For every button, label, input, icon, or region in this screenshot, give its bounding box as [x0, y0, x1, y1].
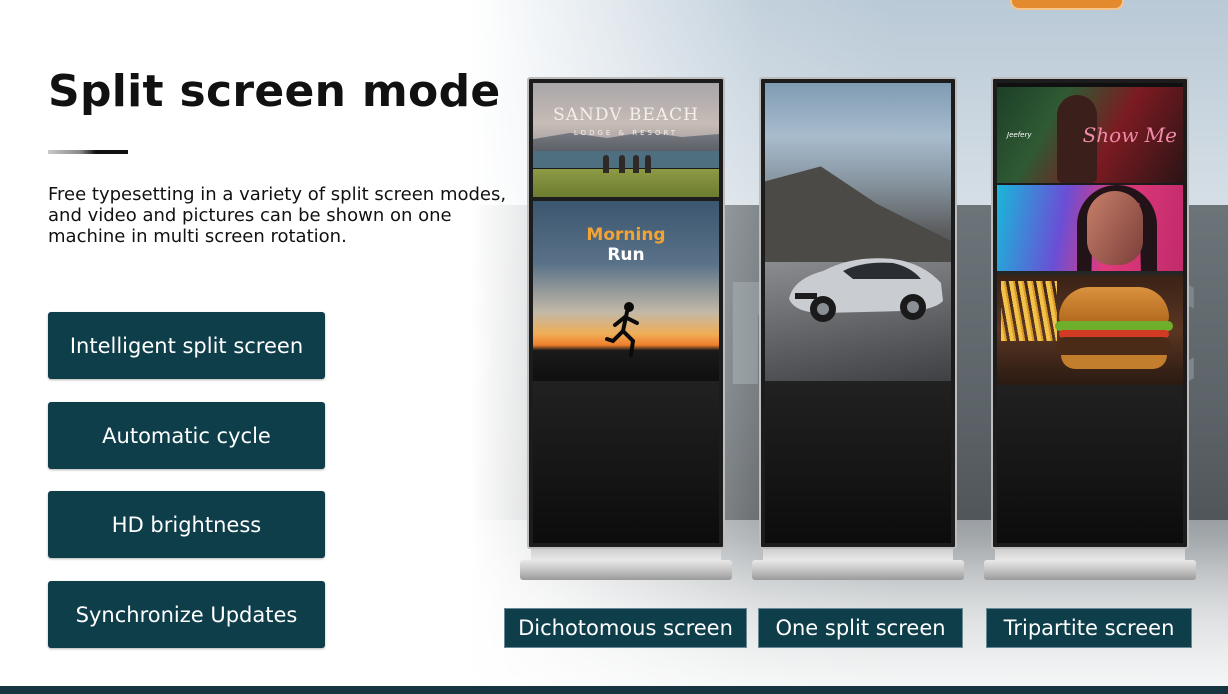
- fries: [1001, 281, 1057, 341]
- beach-person: [633, 155, 639, 173]
- label-dichotomous-screen[interactable]: Dichotomous screen: [504, 608, 747, 648]
- label-tripartite-screen[interactable]: Tripartite screen: [986, 608, 1192, 648]
- music-title: Show Me: [1082, 123, 1177, 147]
- car-icon: [789, 258, 943, 322]
- morning-run-line1: Morning: [586, 225, 666, 245]
- portrait-face: [1087, 191, 1143, 265]
- kiosk-stand-base: [520, 560, 732, 580]
- page-title: Split screen mode: [48, 66, 501, 117]
- feature-button-automatic-cycle[interactable]: Automatic cycle: [48, 402, 325, 469]
- portrait-image: [997, 185, 1183, 271]
- runner-icon: [605, 302, 639, 357]
- beach-title: SANDV BEACH: [553, 105, 699, 125]
- kiosk-dichotomous: SANDV BEACH LODGE & RESORT Morning Run: [527, 77, 725, 549]
- music-video-image: Jeefery Show Me: [997, 87, 1183, 183]
- burger-patty: [1057, 337, 1171, 355]
- beach-sea: [533, 151, 719, 169]
- morning-run-line2: Run: [607, 245, 645, 265]
- beach-grass: [533, 168, 719, 197]
- burger-top-bun: [1059, 287, 1169, 323]
- feature-button-hd-brightness[interactable]: HD brightness: [48, 491, 325, 558]
- label-one-split-screen[interactable]: One split screen: [758, 608, 963, 648]
- feature-button-synchronize-updates[interactable]: Synchronize Updates: [48, 581, 325, 648]
- kiosk-one-split: [759, 77, 957, 549]
- beach-image: SANDV BEACH LODGE & RESORT: [533, 83, 719, 197]
- beach-person: [645, 155, 651, 173]
- music-logo: Jeefery: [1007, 131, 1032, 139]
- beach-subtitle: LODGE & RESORT: [573, 129, 679, 137]
- morning-run-image: Morning Run: [533, 201, 719, 381]
- kiosk-stand-base: [752, 560, 964, 580]
- kiosk-stand-base: [984, 560, 1196, 580]
- kiosk-tripartite: Jeefery Show Me: [991, 77, 1189, 549]
- burger-bottom-bun: [1061, 355, 1167, 369]
- corner-badge: [1010, 0, 1124, 10]
- burger-image: [997, 275, 1183, 385]
- title-divider: [48, 150, 128, 154]
- car-image: [765, 83, 951, 381]
- beach-person: [603, 155, 609, 173]
- description-text: Free typesetting in a variety of split s…: [48, 184, 507, 247]
- beach-person: [619, 155, 625, 173]
- bottom-bar: [0, 686, 1228, 694]
- feature-button-intelligent-split-screen[interactable]: Intelligent split screen: [48, 312, 325, 379]
